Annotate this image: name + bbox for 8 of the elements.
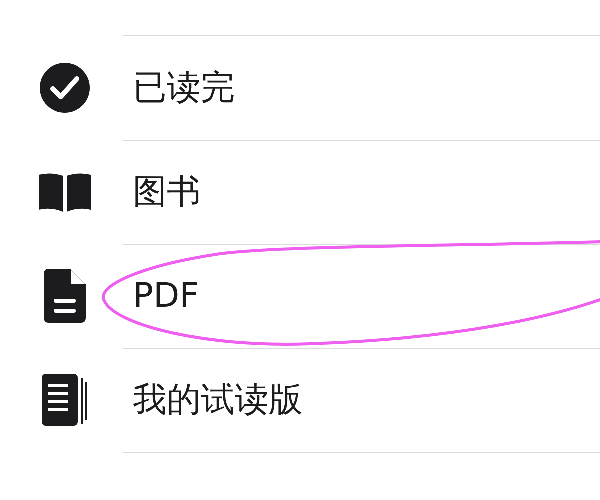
menu-item-label[interactable]: PDF: [133, 276, 200, 316]
menu-item-label[interactable]: 图书: [133, 172, 201, 212]
open-book-icon: [36, 172, 92, 212]
document-icon: [44, 269, 86, 323]
checkmark-circle-icon: [38, 62, 90, 114]
menu-item-label[interactable]: 我的试读版: [133, 380, 303, 420]
menu-item-label[interactable]: 已读完: [133, 68, 235, 108]
pages-icon: [42, 372, 88, 428]
